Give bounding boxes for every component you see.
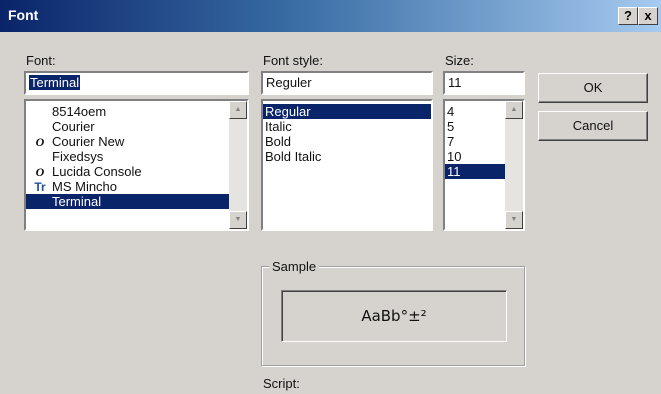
title-bar: Font ? x — [0, 0, 661, 32]
font-option-label: Fixedsys — [52, 149, 104, 164]
font-style-list-item[interactable]: Regular — [263, 104, 431, 119]
font-list[interactable]: 8514oem Courier O Courier New Fixedsys O Lucid… — [24, 99, 249, 231]
font-name-value: Terminal — [29, 75, 81, 90]
font-name-field[interactable]: Terminal — [24, 71, 249, 95]
sample-preview: AaBb°±² — [281, 290, 507, 342]
font-style-list-item[interactable]: Italic — [263, 119, 431, 134]
font-style-list-item[interactable]: Bold — [263, 134, 431, 149]
font-list-item[interactable]: Terminal — [26, 194, 247, 209]
font-list-item[interactable]: O Lucida Console — [26, 164, 247, 179]
help-button[interactable]: ? — [618, 7, 638, 25]
font-list-item[interactable]: 8514oem — [26, 104, 247, 119]
scroll-down-arrow-icon[interactable]: ▼ — [505, 211, 523, 229]
font-style-list-item[interactable]: Bold Italic — [263, 149, 431, 164]
font-option-label: 8514oem — [52, 104, 107, 119]
close-button[interactable]: x — [638, 7, 658, 25]
font-list-scrollbar[interactable]: ▲ ▼ — [229, 101, 247, 229]
truetype-font-icon: Tr — [34, 180, 46, 194]
size-list[interactable]: 4 5 7 10 11 ▲ ▼ — [443, 99, 525, 231]
opentype-font-icon: O — [35, 165, 45, 179]
font-option-label: Courier New — [52, 134, 125, 149]
opentype-font-icon: O — [35, 135, 45, 149]
font-list-item[interactable]: Fixedsys — [26, 149, 247, 164]
scroll-up-arrow-icon[interactable]: ▲ — [229, 101, 247, 119]
window-title: Font — [8, 7, 39, 23]
cancel-button[interactable]: Cancel — [538, 111, 648, 141]
size-list-scrollbar[interactable]: ▲ ▼ — [505, 101, 523, 229]
font-option-label: Terminal — [52, 194, 102, 209]
font-style-list[interactable]: Regular Italic Bold Bold Italic — [261, 99, 433, 231]
scroll-up-arrow-icon[interactable]: ▲ — [505, 101, 523, 119]
font-list-item[interactable]: Tr MS Mincho — [26, 179, 247, 194]
font-option-label: Lucida Console — [52, 164, 142, 179]
script-label: Script: — [263, 376, 300, 391]
sample-label: Sample — [269, 259, 320, 274]
font-option-label: MS Mincho — [52, 179, 118, 194]
font-style-field[interactable]: Reguler — [261, 71, 433, 95]
font-label: Font: — [26, 53, 56, 68]
font-list-item[interactable]: O Courier New — [26, 134, 247, 149]
ok-button[interactable]: OK — [538, 73, 648, 103]
sample-text: AaBb°±² — [361, 307, 427, 325]
font-option-label: Courier — [52, 119, 95, 134]
font-style-label: Font style: — [263, 53, 323, 68]
size-field[interactable]: 11 — [443, 71, 525, 95]
size-label: Size: — [445, 53, 474, 68]
font-list-item[interactable]: Courier — [26, 119, 247, 134]
scroll-down-arrow-icon[interactable]: ▼ — [229, 211, 247, 229]
